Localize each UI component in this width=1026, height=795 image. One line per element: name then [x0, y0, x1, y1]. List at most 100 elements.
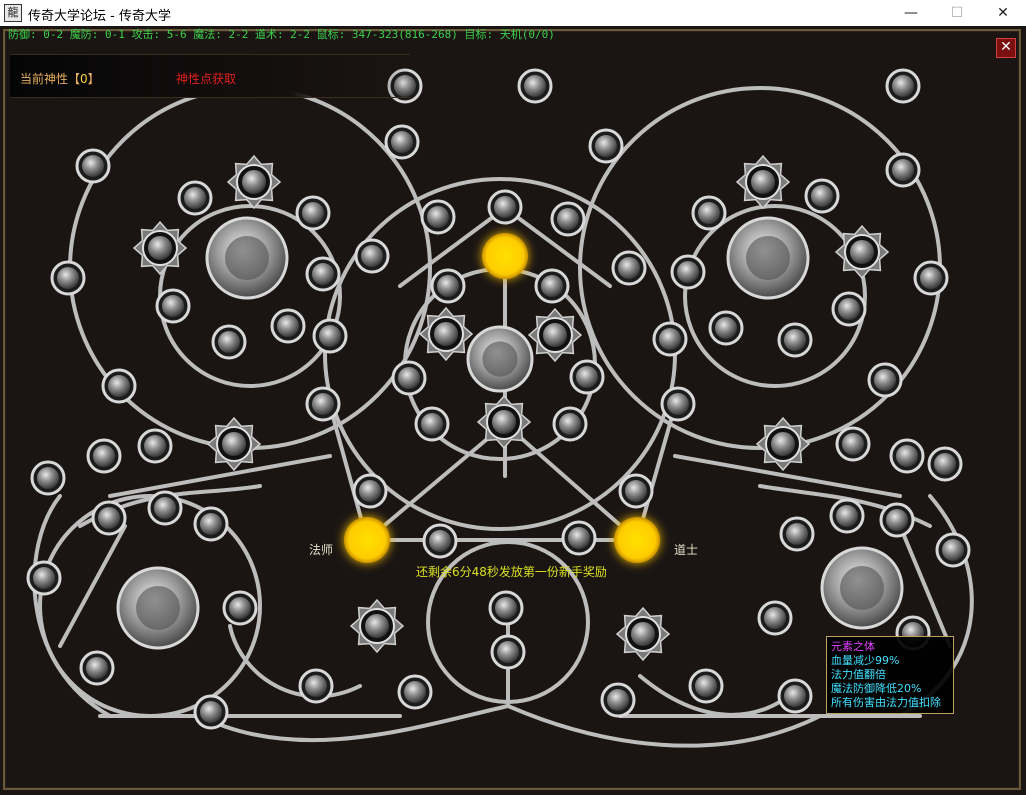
skill-node-small[interactable] — [101, 368, 137, 404]
skill-node-small[interactable] — [177, 180, 213, 216]
skill-node-star[interactable] — [834, 224, 890, 280]
skill-node-small[interactable] — [422, 523, 458, 559]
skill-node-small[interactable] — [193, 506, 229, 542]
tree-nodes — [26, 68, 971, 730]
skill-node-large[interactable] — [820, 546, 904, 630]
skill-node-small[interactable] — [552, 406, 588, 442]
skill-node-small[interactable] — [295, 195, 331, 231]
skill-node-large[interactable] — [466, 325, 534, 393]
skill-node-small[interactable] — [885, 68, 921, 104]
skill-node-star[interactable] — [615, 606, 671, 662]
skill-node-small[interactable] — [86, 438, 122, 474]
skill-node-small[interactable] — [420, 199, 456, 235]
skill-node-small[interactable] — [270, 308, 306, 344]
points-label-suffix: 】 — [87, 72, 100, 86]
skill-node-small[interactable] — [550, 201, 586, 237]
glowing-core-icon[interactable] — [344, 517, 390, 563]
skill-node-small[interactable] — [30, 460, 66, 496]
skill-node-star[interactable] — [206, 416, 262, 472]
skill-node-small[interactable] — [414, 406, 450, 442]
skill-node-small[interactable] — [913, 260, 949, 296]
points-value: 0 — [80, 72, 88, 86]
skill-node-small[interactable] — [312, 318, 348, 354]
skill-node-small[interactable] — [835, 426, 871, 462]
skill-node-small[interactable] — [688, 668, 724, 704]
skill-node-star[interactable] — [132, 220, 188, 276]
skill-node-small[interactable] — [354, 238, 390, 274]
skill-node-star[interactable] — [349, 598, 405, 654]
skill-node-small[interactable] — [670, 254, 706, 290]
skill-node-small[interactable] — [569, 359, 605, 395]
skill-node-small[interactable] — [222, 590, 258, 626]
skill-node-small[interactable] — [618, 473, 654, 509]
skill-node-small[interactable] — [50, 260, 86, 296]
skill-node-star[interactable] — [418, 306, 474, 362]
skill-node-small[interactable] — [298, 668, 334, 704]
acquire-divinity-link[interactable]: 神性点获取 — [176, 70, 236, 87]
skill-node-small[interactable] — [588, 128, 624, 164]
skill-node-small[interactable] — [155, 288, 191, 324]
newbie-reward-notice: 还剩余6分48秒发放第一份新手奖励 — [416, 565, 607, 579]
skill-node-small[interactable] — [147, 490, 183, 526]
close-window-button[interactable]: ✕ — [980, 0, 1026, 26]
close-panel-button[interactable]: ✕ — [996, 38, 1016, 58]
path-curve — [506, 704, 822, 748]
skill-node-small[interactable] — [757, 600, 793, 636]
glowing-core-icon[interactable] — [614, 517, 660, 563]
skill-node-star[interactable] — [226, 154, 282, 210]
skill-node-small[interactable] — [691, 195, 727, 231]
skill-node-star[interactable] — [476, 394, 532, 450]
character-stats-readout: 防御: 0-2 魔防: 0-1 攻击: 5-6 魔法: 2-2 道术: 2-2 … — [8, 28, 555, 41]
skill-node-small[interactable] — [211, 324, 247, 360]
skill-node-star[interactable] — [755, 416, 811, 472]
skill-node-small[interactable] — [391, 360, 427, 396]
skill-node-large[interactable] — [205, 216, 289, 300]
skill-node-small[interactable] — [889, 438, 925, 474]
skill-node-small[interactable] — [384, 124, 420, 160]
skill-node-small[interactable] — [91, 500, 127, 536]
skill-node-large[interactable] — [726, 216, 810, 300]
skill-node-small[interactable] — [867, 362, 903, 398]
skill-node-small[interactable] — [879, 502, 915, 538]
skill-node-small[interactable] — [935, 532, 971, 568]
glowing-core-icon[interactable] — [482, 233, 528, 279]
skill-node-small[interactable] — [488, 590, 524, 626]
skill-node-small[interactable] — [137, 428, 173, 464]
minimize-button[interactable]: — — [888, 0, 934, 26]
skill-node-small[interactable] — [352, 473, 388, 509]
path-line — [58, 524, 127, 648]
skill-node-small[interactable] — [75, 148, 111, 184]
skill-node-small[interactable] — [487, 189, 523, 225]
skill-node-small[interactable] — [829, 498, 865, 534]
skill-node-small[interactable] — [927, 446, 963, 482]
skill-node-small[interactable] — [26, 560, 62, 596]
skill-node-small[interactable] — [305, 256, 341, 292]
skill-node-small[interactable] — [397, 674, 433, 710]
skill-node-small[interactable] — [561, 520, 597, 556]
skill-node-star[interactable] — [735, 154, 791, 210]
divinity-points-panel: 当前神性【0】 神性点获取 — [10, 54, 410, 98]
skill-node-small[interactable] — [777, 322, 813, 358]
skill-node-small[interactable] — [777, 678, 813, 714]
skill-node-small[interactable] — [430, 268, 466, 304]
skill-node-small[interactable] — [517, 68, 553, 104]
skill-node-small[interactable] — [708, 310, 744, 346]
skill-node-small[interactable] — [885, 152, 921, 188]
skill-node-small[interactable] — [611, 250, 647, 286]
skill-node-small[interactable] — [804, 178, 840, 214]
tooltip-line: 魔法防御降低20% — [831, 682, 922, 695]
skill-node-small[interactable] — [831, 291, 867, 327]
skill-node-small[interactable] — [193, 694, 229, 730]
skill-node-small[interactable] — [652, 321, 688, 357]
path-curve — [228, 624, 362, 699]
skill-node-large[interactable] — [116, 566, 200, 650]
skill-node-small[interactable] — [79, 650, 115, 686]
skill-node-small[interactable] — [305, 386, 341, 422]
skill-node-small[interactable] — [600, 682, 636, 718]
skill-node-small[interactable] — [779, 516, 815, 552]
maximize-button[interactable]: ☐ — [934, 0, 980, 26]
skill-node-small[interactable] — [534, 268, 570, 304]
skill-node-small[interactable] — [660, 386, 696, 422]
skill-node-star[interactable] — [527, 307, 583, 363]
skill-node-small[interactable] — [490, 634, 526, 670]
